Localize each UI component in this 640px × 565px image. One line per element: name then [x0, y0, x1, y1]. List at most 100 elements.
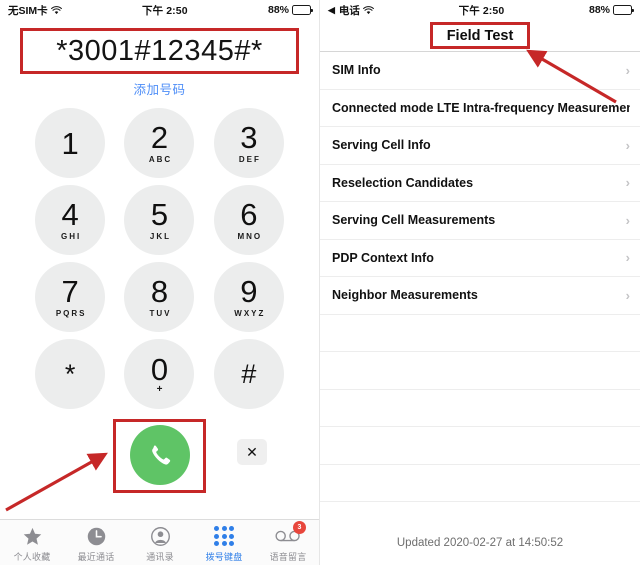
field-test-navbar: Field Test: [320, 20, 640, 52]
updated-timestamp: Updated 2020-02-27 at 14:50:52: [396, 537, 564, 549]
tab-label: 语音留言: [269, 552, 307, 562]
menu-item-label: SIM Info: [332, 63, 381, 78]
key-digit: 9: [240, 274, 258, 309]
status-bar-right-group: 88%: [588, 4, 634, 16]
back-caret-icon[interactable]: ◀: [328, 5, 335, 15]
page-title: Field Test: [446, 27, 514, 44]
key-digit: *: [64, 358, 76, 389]
chevron-right-icon: ›: [625, 62, 630, 78]
phone-dialer-screen: 无SIM卡 下午 2:50 88% *3001#12345#* 添加号码 1 2…: [0, 0, 320, 565]
status-bar-right: ◀ 电话 下午 2:50 88%: [320, 0, 640, 20]
status-bar-left-group: 无SIM卡: [8, 3, 62, 18]
status-bar-clock: 下午 2:50: [142, 4, 188, 17]
menu-item-serving-cell-measurements[interactable]: Serving Cell Measurements ›: [320, 202, 640, 240]
dual-phone-screenshot: 无SIM卡 下午 2:50 88% *3001#12345#* 添加号码 1 2…: [0, 0, 640, 565]
key-digit: 8: [150, 274, 169, 309]
battery-icon: [613, 5, 634, 15]
key-digit: 2: [150, 120, 169, 155]
menu-item-label: Reselection Candidates: [332, 175, 474, 190]
key-letters: WXYZ: [234, 309, 266, 318]
battery-percent-label: 88%: [588, 4, 610, 16]
key-digit: 4: [61, 197, 79, 232]
tab-label: 个人收藏: [13, 552, 51, 562]
key-letters: PQRS: [55, 309, 87, 318]
dialed-number-text: *3001#12345#*: [56, 34, 263, 67]
empty-row: [320, 315, 640, 352]
menu-item-label: Serving Cell Info: [332, 138, 431, 153]
menu-item-sim-info[interactable]: SIM Info ›: [320, 52, 640, 90]
menu-item-pdp-context-info[interactable]: PDP Context Info ›: [320, 240, 640, 277]
chevron-right-icon: ›: [625, 287, 630, 303]
key-digit: 5: [150, 197, 169, 232]
field-test-screen: ◀ 电话 下午 2:50 88% Field Test SIM Info › C…: [320, 0, 640, 565]
status-bar-left: 无SIM卡 下午 2:50 88%: [0, 0, 319, 20]
chevron-right-icon: ›: [625, 175, 630, 191]
field-test-menu-list: SIM Info › Connected mode LTE Intra-freq…: [320, 52, 640, 502]
wifi-icon: [50, 5, 62, 15]
tab-voicemail[interactable]: 3 语音留言: [257, 521, 319, 563]
key-digit: 0: [150, 351, 169, 387]
key-0[interactable]: 0 +: [124, 339, 195, 409]
status-bar-clock: 下午 2:50: [458, 4, 505, 17]
menu-item-label: Neighbor Measurements: [332, 288, 478, 303]
menu-item-label: Serving Cell Measurements: [332, 213, 496, 228]
key-letters: GHI: [61, 232, 82, 241]
menu-item-reselection-candidates[interactable]: Reselection Candidates ›: [320, 165, 640, 202]
key-8[interactable]: 8 TUV: [124, 262, 195, 332]
call-action-row: ✕: [0, 416, 319, 494]
key-digit: 7: [61, 274, 79, 309]
key-letters: MNO: [237, 232, 263, 241]
battery-icon: [292, 5, 313, 15]
key-9[interactable]: 9 WXYZ: [213, 262, 284, 332]
delete-backspace-button[interactable]: ✕: [237, 439, 267, 465]
person-circle-icon: [150, 524, 171, 548]
key-hash[interactable]: #: [213, 339, 284, 409]
back-to-phone-label[interactable]: 电话: [339, 3, 360, 18]
menu-item-neighbor-measurements[interactable]: Neighbor Measurements ›: [320, 277, 640, 315]
star-icon: [22, 524, 43, 548]
voicemail-icon: 3: [275, 521, 306, 548]
key-letters: ABC: [148, 155, 173, 164]
key-letters: TUV: [149, 309, 172, 318]
delete-icon: ✕: [246, 443, 258, 460]
phone-tab-bar: 个人收藏 最近通话 通讯录 拨号键盘 3 语音留言: [0, 519, 319, 565]
status-bar-left-group: ◀ 电话: [328, 3, 374, 18]
tab-recents[interactable]: 最近通话: [65, 524, 127, 563]
menu-item-serving-cell-info[interactable]: Serving Cell Info ›: [320, 127, 640, 165]
tab-label: 最近通话: [77, 552, 115, 562]
tab-favorites[interactable]: 个人收藏: [1, 524, 63, 563]
empty-row: [320, 352, 640, 390]
key-1[interactable]: 1: [35, 108, 106, 178]
key-asterisk[interactable]: *: [35, 339, 106, 409]
phone-handset-icon: [151, 445, 170, 465]
voicemail-badge: 3: [293, 521, 306, 534]
menu-item-label: PDP Context Info: [332, 250, 434, 265]
key-4[interactable]: 4 GHI: [35, 185, 106, 255]
tab-keypad[interactable]: 拨号键盘: [193, 524, 255, 563]
key-digit: 3: [240, 120, 258, 155]
dial-keypad: 1 2 ABC 3 DEF 4 GHI 5 JKL 6 MNO 7 PQRS 8…: [26, 108, 294, 409]
call-button[interactable]: [129, 425, 190, 485]
battery-percent-label: 88%: [267, 4, 289, 16]
key-digit: #: [241, 358, 257, 389]
key-7[interactable]: 7 PQRS: [35, 262, 106, 332]
key-letters: JKL: [149, 232, 172, 241]
key-3[interactable]: 3 DEF: [213, 108, 284, 178]
key-5[interactable]: 5 JKL: [124, 185, 195, 255]
key-plus: +: [156, 383, 163, 395]
key-digit: 1: [61, 125, 79, 161]
menu-item-connected-mode-lte[interactable]: Connected mode LTE Intra-frequency Measu…: [320, 90, 640, 127]
menu-item-label: Connected mode LTE Intra-frequency Measu…: [332, 100, 630, 115]
key-2[interactable]: 2 ABC: [124, 108, 195, 178]
add-number-link[interactable]: 添加号码: [0, 79, 319, 98]
key-6[interactable]: 6 MNO: [213, 185, 284, 255]
dialed-number-field[interactable]: *3001#12345#*: [20, 28, 299, 74]
tab-label: 拨号键盘: [205, 552, 243, 562]
keypad-dots-icon: [214, 524, 234, 548]
empty-row: [320, 390, 640, 427]
status-bar-right-group: 88%: [267, 4, 313, 16]
key-digit: 6: [240, 197, 258, 232]
tab-label: 通讯录: [146, 552, 174, 562]
clock-icon: [86, 524, 107, 548]
tab-contacts[interactable]: 通讯录: [129, 524, 191, 563]
